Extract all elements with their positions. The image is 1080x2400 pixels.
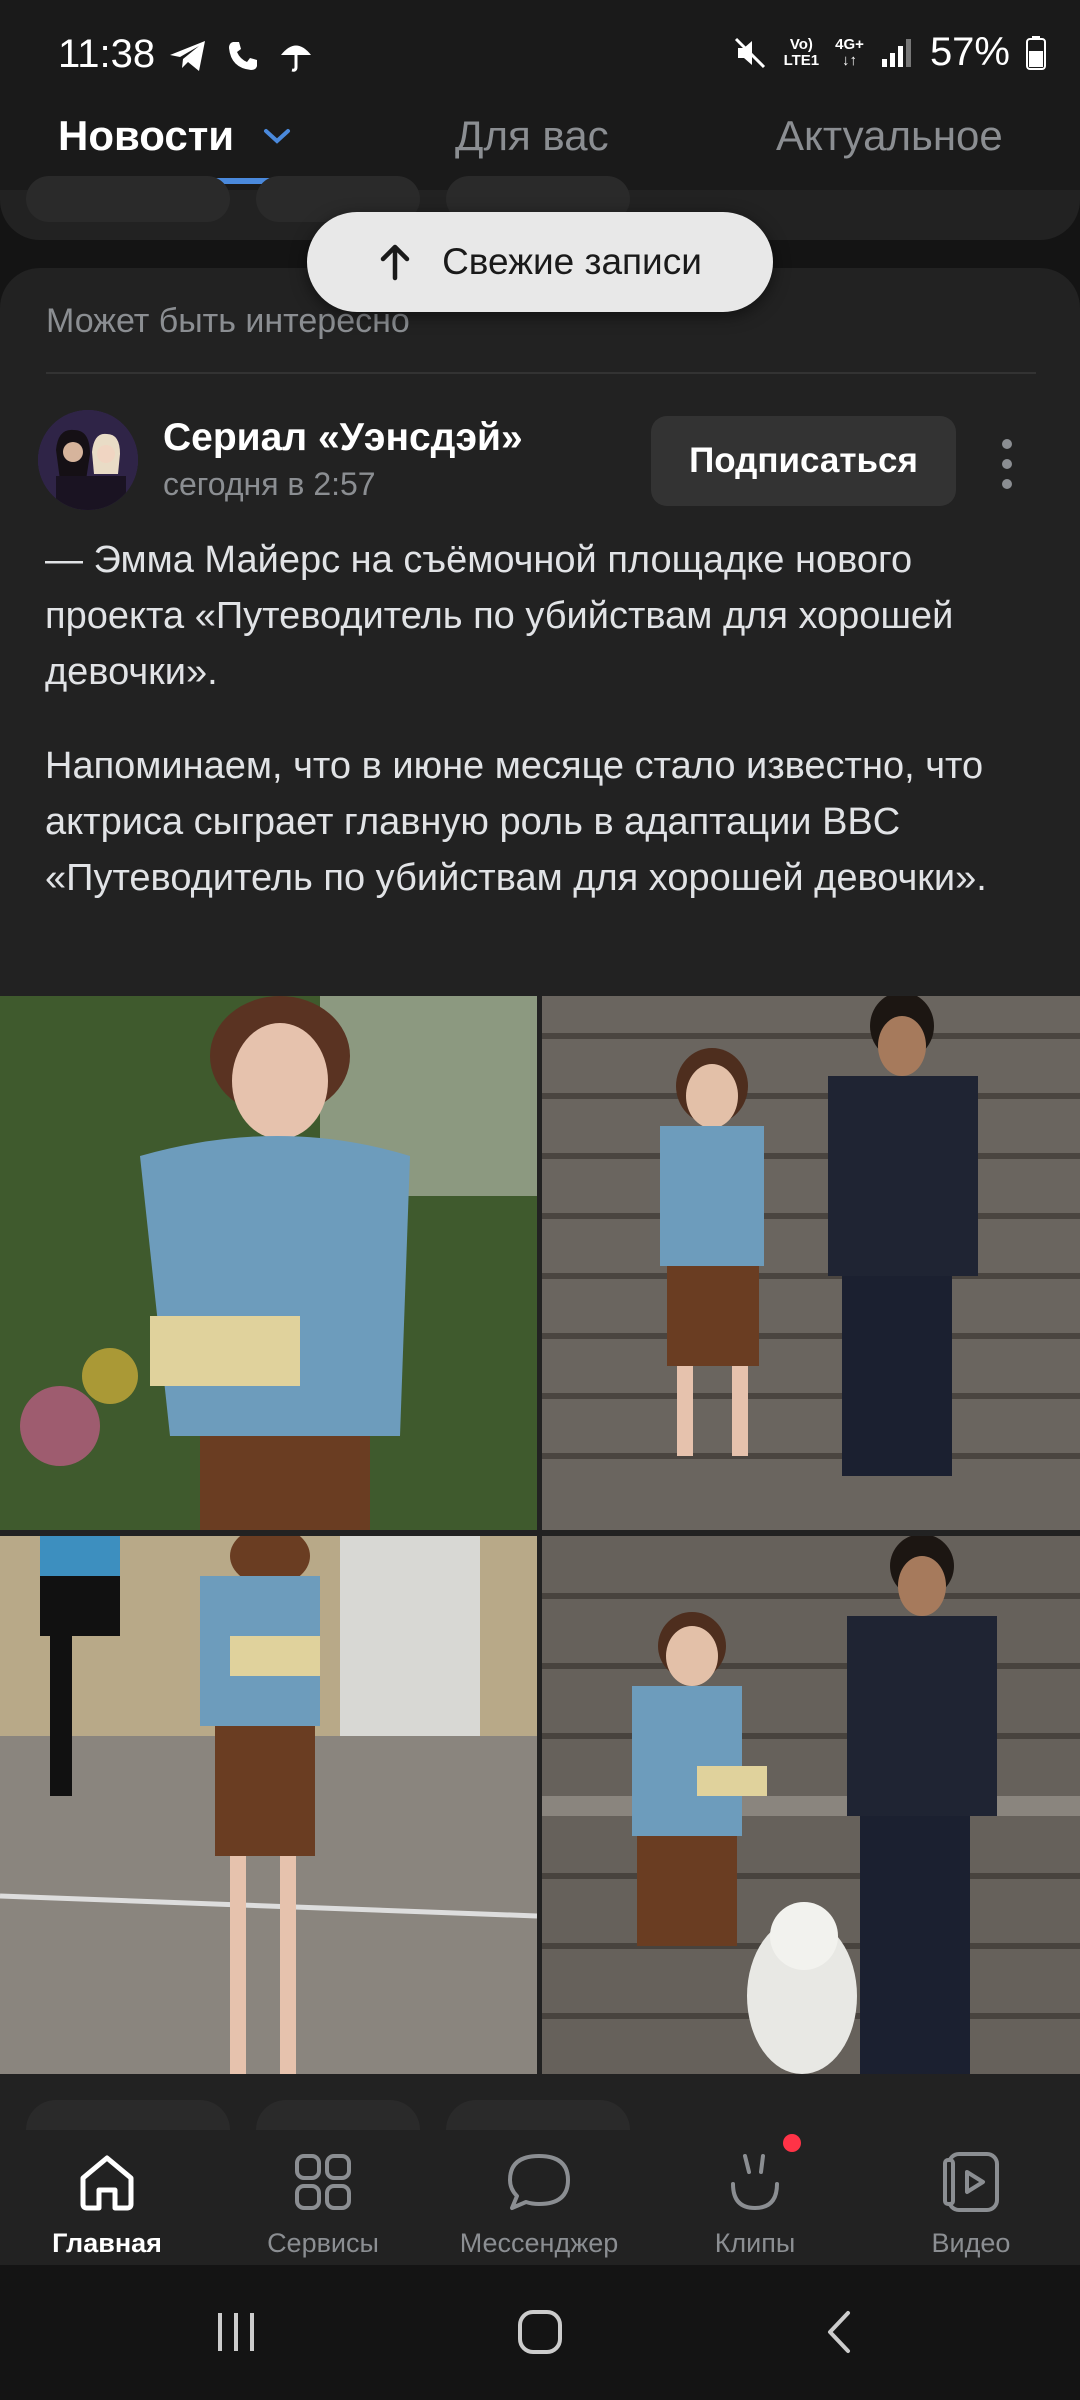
status-time: 11:38: [58, 32, 156, 76]
post-text-paragraph-2: Напоминаем, что в июне месяце стало изве…: [45, 745, 987, 899]
umbrella-icon: [281, 45, 311, 72]
nav-services-label: Сервисы: [267, 2228, 379, 2258]
nav-home[interactable]: Главная: [17, 2146, 197, 2259]
nav-video[interactable]: Видео: [881, 2146, 1061, 2259]
chevron-down-icon[interactable]: [262, 126, 292, 146]
arrow-up-icon: [380, 244, 410, 281]
tab-for-you[interactable]: Для вас: [455, 112, 609, 160]
nav-messenger-label: Мессенджер: [459, 2228, 619, 2258]
bottom-navigation: Главная Сервисы Мессенджер Клипы Видео: [0, 2130, 1080, 2265]
post-text-paragraph-1: — Эмма Майерс на съёмочной площадке ново…: [45, 539, 954, 693]
nav-clips-label: Клипы: [714, 2228, 796, 2258]
battery-percent: 57%: [929, 30, 1010, 74]
nav-messenger[interactable]: Мессенджер: [449, 2146, 629, 2259]
photo-4-image: [542, 1536, 1080, 2074]
avatar[interactable]: [38, 410, 138, 510]
post-photo-2[interactable]: [542, 996, 1080, 1530]
back-icon[interactable]: [820, 2307, 860, 2357]
volte-bottom: LTE1: [783, 51, 820, 69]
nav-video-label: Видео: [931, 2228, 1011, 2258]
photo-2-image: [542, 996, 1080, 1530]
post-date: сегодня в 2:57: [163, 466, 376, 502]
clips-notification-badge: [783, 2134, 801, 2152]
chat-bubble-icon: [508, 2154, 570, 2210]
home-button-icon[interactable]: [515, 2307, 565, 2357]
volte-top: Vo): [789, 35, 813, 53]
telegram-icon: [170, 41, 205, 71]
signal-icon: [881, 38, 911, 67]
status-bar: 11:38 Vo) LTE1 4G+ ↓↑ 57%: [0, 0, 1080, 100]
status-left-icons: [168, 38, 314, 74]
recent-apps-icon[interactable]: [212, 2309, 262, 2355]
status-right-icons: Vo) LTE1 4G+ ↓↑ 57%: [732, 30, 1046, 75]
photo-3-image: [0, 1536, 537, 2074]
divider: [46, 372, 1036, 374]
avatar-image: [38, 410, 138, 510]
battery-icon: [1026, 35, 1046, 70]
fresh-posts-label: Свежие записи: [442, 241, 702, 282]
screen: 11:38 Vo) LTE1 4G+ ↓↑ 57% Новости Для ва…: [0, 0, 1080, 2400]
post-photo-3[interactable]: [0, 1536, 537, 2074]
grid-icon: [295, 2154, 351, 2210]
clips-icon: [731, 2154, 779, 2211]
volte-indicator: Vo) LTE1: [783, 35, 820, 69]
author-name[interactable]: Сериал «Уэнсдэй»: [163, 416, 523, 460]
home-icon: [80, 2155, 134, 2211]
post-card: Может быть интересно Сериал «Уэнсдэй» се…: [0, 268, 1080, 2138]
photo-1-image: [0, 996, 537, 1530]
tab-actual[interactable]: Актуальное: [776, 112, 1003, 160]
4g-indicator: 4G+ ↓↑: [835, 35, 864, 69]
video-play-icon: [943, 2152, 999, 2212]
nav-clips[interactable]: Клипы: [665, 2146, 845, 2259]
fresh-posts-button[interactable]: Свежие записи: [307, 212, 773, 312]
post-photo-4[interactable]: [542, 1536, 1080, 2074]
subscribe-button[interactable]: Подписаться: [651, 416, 956, 506]
phone-icon: [229, 42, 257, 70]
data-arrows-icon: ↓↑: [842, 51, 858, 69]
previous-like-button[interactable]: [26, 176, 230, 222]
post-photo-1[interactable]: [0, 996, 537, 1530]
nav-home-label: Главная: [52, 2228, 162, 2258]
more-options-icon[interactable]: [995, 436, 1019, 492]
tab-news[interactable]: Новости: [58, 112, 234, 160]
nav-services[interactable]: Сервисы: [233, 2146, 413, 2259]
system-navigation-bar: [0, 2265, 1080, 2400]
mute-icon: [734, 37, 765, 68]
4g-label: 4G+: [835, 35, 864, 53]
